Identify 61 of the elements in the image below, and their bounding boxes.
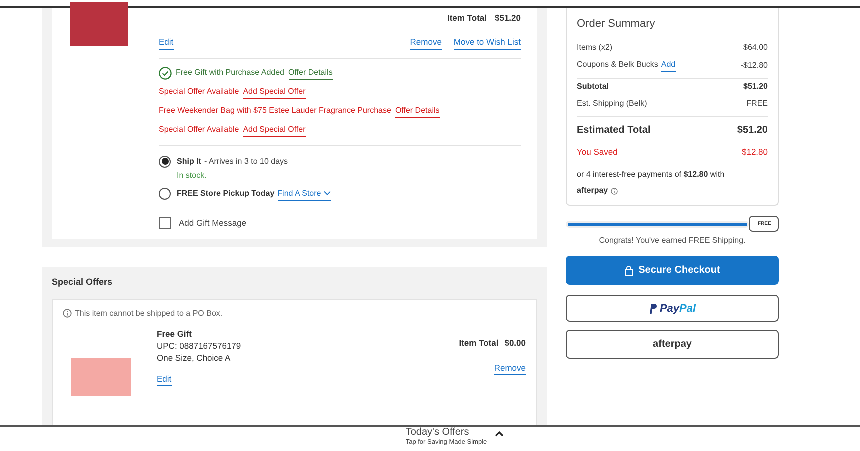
shipping-option-label: FREE Store Pickup Today (177, 188, 275, 200)
edit-link[interactable]: Edit (157, 374, 172, 386)
offer-link[interactable]: Offer Details (395, 104, 440, 118)
item-total-value: $0.00 (504, 336, 526, 350)
summary-value: $51.20 (744, 81, 768, 93)
summary-value: FREE (746, 98, 768, 110)
summary-value: $64.00 (744, 42, 768, 54)
shipping-option-label: Ship It (177, 156, 202, 168)
gift-photo-placeholder (71, 358, 131, 396)
chevron-up-icon[interactable] (495, 431, 504, 437)
chevron-down-icon (324, 191, 332, 196)
offers-bar-title: Today's Offers (406, 427, 470, 439)
checkmark-icon (159, 66, 172, 80)
remove-link[interactable]: Remove (494, 362, 526, 376)
offer-status-text: Free Gift with Purchase Added (176, 67, 284, 79)
afterpay-logo: afterpay (577, 185, 608, 198)
summary-value: $12.80 (742, 146, 768, 158)
shipping-radio[interactable] (159, 188, 171, 200)
product-name: Free Gift (157, 328, 193, 340)
shipping-option-detail: - Arrives in 3 to 10 days (204, 156, 288, 168)
shipping-radio[interactable] (159, 156, 171, 168)
edit-link[interactable]: Edit (159, 36, 174, 50)
summary-label: Estimated Total (577, 124, 651, 138)
offer-status-text: Special Offer Available (159, 86, 240, 98)
summary-label: You Saved (577, 146, 618, 158)
section-title: Special Offers (52, 276, 114, 290)
offer-link[interactable]: Add Special Offer (243, 86, 306, 98)
lock-icon (624, 266, 633, 276)
summary-value: $51.20 (737, 124, 768, 138)
gift-message-checkbox[interactable] (159, 216, 171, 229)
remove-link[interactable]: Remove (410, 36, 442, 50)
offer-status-text: Free Weekender Bag with $75 Estee Lauder Fragrance Purchase (159, 105, 392, 117)
product-photo-placeholder (70, 2, 128, 46)
paypal-button[interactable]: PayPal (566, 295, 779, 322)
summary-label: Subtotal (577, 81, 609, 93)
po-box-notice: This item cannot be shipped to a PO Box. (75, 308, 223, 320)
move-to-wish-list-link[interactable]: Move to Wish List (454, 36, 521, 50)
offer-details-link[interactable]: Offer Details (288, 66, 333, 80)
item-total-label: Item Total (459, 336, 499, 350)
info-icon (611, 188, 618, 195)
summary-label: Coupons & Belk Bucks (577, 59, 658, 71)
summary-label: Est. Shipping (Belk) (577, 98, 648, 110)
item-total-label: Item Total (447, 12, 487, 25)
summary-value: -$12.80 (740, 60, 768, 72)
offer-link[interactable]: Add Special Offer (243, 124, 306, 136)
free-shipping-message: Congrats! You've earned FREE Shipping. (598, 235, 747, 248)
find-a-store-link[interactable]: Find A Store (278, 188, 332, 200)
summary-label: Items (x2) (577, 42, 613, 54)
product-upc: UPC: 0887167576179 (157, 340, 242, 352)
item-total-value: $51.20 (495, 12, 521, 25)
offer-status-text: Special Offer Available (159, 124, 240, 136)
stock-status: In stock. (177, 170, 208, 182)
add-coupon-link[interactable]: Add (661, 59, 676, 72)
info-icon (63, 309, 72, 318)
product-variant: One Size, Choice A (157, 352, 232, 364)
gift-message-label: Add Gift Message (179, 216, 247, 230)
afterpay-button[interactable]: afterpay (566, 330, 779, 360)
order-summary-title: Order Summary (577, 17, 656, 32)
paypal-icon (648, 304, 657, 314)
secure-checkout-button[interactable]: Secure Checkout (566, 256, 779, 286)
installments-text: or 4 interest-free payments of $12.80 with (577, 169, 726, 182)
